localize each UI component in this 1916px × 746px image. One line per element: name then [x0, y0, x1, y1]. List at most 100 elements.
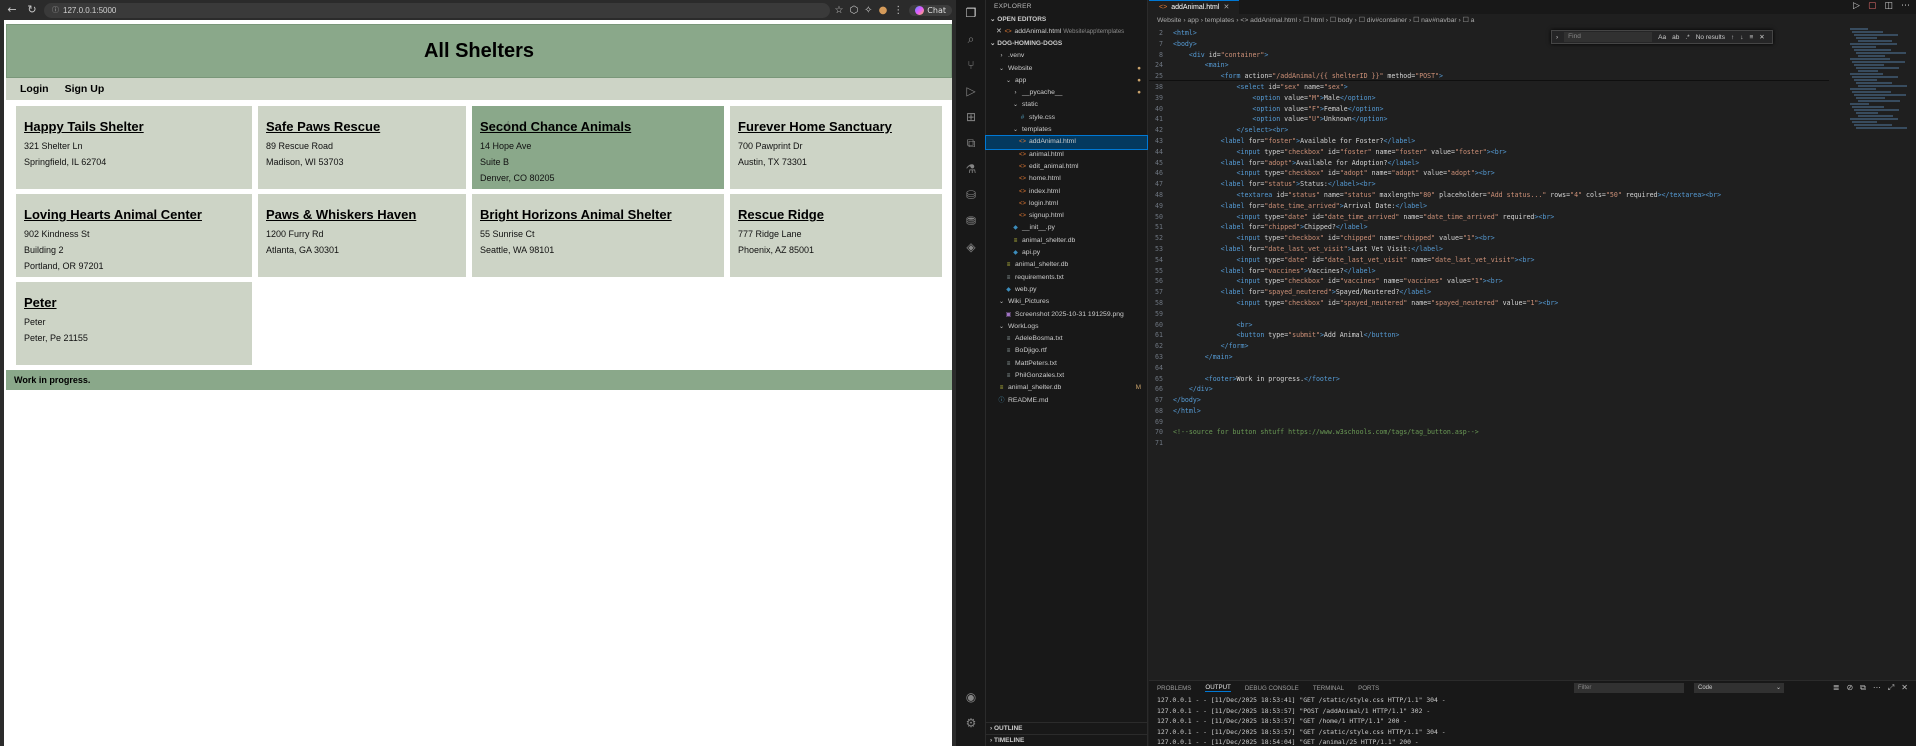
- open-editor-item[interactable]: ✕ <> addAnimal.html Website\app\template…: [986, 26, 1147, 38]
- shelter-name-link[interactable]: Safe Paws Rescue: [266, 119, 458, 134]
- puzzle-icon[interactable]: ✧: [864, 5, 872, 16]
- login-link[interactable]: Login: [20, 83, 49, 95]
- file-tree-item[interactable]: ⌄ static: [986, 99, 1147, 111]
- code-line[interactable]: 61 <button type="submit">Add Animal</but…: [1149, 330, 1916, 341]
- code-line[interactable]: 65 <footer>Work in progress.</footer>: [1149, 374, 1916, 385]
- shelter-name-link[interactable]: Paws & Whiskers Haven: [266, 207, 458, 222]
- maximize-panel-icon[interactable]: ⤢: [1888, 683, 1894, 693]
- shelter-card[interactable]: Furever Home Sanctuary 700 Pawprint Dr Aus…: [730, 106, 942, 189]
- code-line[interactable]: 66 </div>: [1149, 384, 1916, 395]
- workspace-section[interactable]: ⌄ DOG-HOMING-DOGS: [986, 38, 1147, 50]
- outline-section[interactable]: › OUTLINE: [986, 722, 1148, 734]
- minimap[interactable]: [1850, 28, 1908, 138]
- file-tree-item[interactable]: # style.css: [986, 112, 1147, 124]
- file-tree-item[interactable]: ≡ requirements.txt: [986, 272, 1147, 284]
- panel-tab-problems[interactable]: PROBLEMS: [1157, 685, 1191, 692]
- shelter-card[interactable]: Safe Paws Rescue 89 Rescue Road Madison, W…: [258, 106, 466, 189]
- run-icon[interactable]: ▷: [1853, 1, 1860, 11]
- extensions-icon[interactable]: ⊞: [956, 104, 986, 130]
- file-tree-item[interactable]: ◆ api.py: [986, 247, 1147, 259]
- shelter-name-link[interactable]: Second Chance Animals: [480, 119, 716, 134]
- shelter-name-link[interactable]: Rescue Ridge: [738, 207, 934, 222]
- shelter-card[interactable]: Peter Peter Peter, Pe 21155: [16, 282, 252, 365]
- database-icon[interactable]: ⛁: [956, 182, 986, 208]
- account-icon[interactable]: ◉: [956, 684, 986, 710]
- arrow-down-icon[interactable]: ↓: [1740, 34, 1743, 41]
- find-input[interactable]: Find: [1564, 32, 1653, 42]
- code-line[interactable]: 8 <div id="container">: [1149, 50, 1916, 61]
- chat-button[interactable]: Chat: [909, 4, 952, 16]
- shelter-card[interactable]: Happy Tails Shelter 321 Shelter Ln Springf…: [16, 106, 252, 189]
- code-line[interactable]: 51 <label for="chipped">Chipped?</label>: [1149, 222, 1916, 233]
- code-line[interactable]: 58 <input type="checkbox" id="spayed_neu…: [1149, 298, 1916, 309]
- code-line[interactable]: 67 </body>: [1149, 395, 1916, 406]
- shelter-card[interactable]: Paws & Whiskers Haven 1200 Furry Rd Atlant…: [258, 194, 466, 277]
- match-word-icon[interactable]: ab: [1672, 34, 1679, 41]
- run-debug-icon[interactable]: ▷: [956, 78, 986, 104]
- code-line[interactable]: 42 </select><br>: [1149, 125, 1916, 136]
- code-line[interactable]: 70 <!--source for button shtuff https://w…: [1149, 427, 1916, 438]
- back-icon[interactable]: ←: [4, 2, 20, 18]
- file-tree-item[interactable]: ≡ animal_shelter.db: [986, 259, 1147, 271]
- split-editor-icon[interactable]: ◫: [1884, 1, 1893, 11]
- file-tree-item[interactable]: ≡ animal_shelter.db M: [986, 382, 1147, 394]
- address-bar[interactable]: ⓘ 127.0.0.1:5000: [44, 2, 831, 18]
- more-actions-icon[interactable]: ⋯: [1873, 683, 1881, 693]
- breadcrumb[interactable]: Website › app › templates › <> addAnimal…: [1149, 14, 1916, 28]
- find-toggle-icon[interactable]: ›: [1556, 34, 1558, 41]
- file-tree-item[interactable]: › __pycache__ ●: [986, 87, 1147, 99]
- close-icon[interactable]: ✕: [996, 28, 1004, 35]
- layers-icon[interactable]: ◈: [956, 234, 986, 260]
- code-line[interactable]: 48 <textarea id="status" name="status" m…: [1149, 190, 1916, 201]
- profile-avatar-icon[interactable]: ●: [879, 5, 888, 16]
- settings-gear-icon[interactable]: ⚙: [956, 710, 986, 736]
- file-tree-item[interactable]: <> edit_animal.html: [986, 161, 1147, 173]
- file-tree-item[interactable]: ≡ animal_shelter.db: [986, 235, 1147, 247]
- panel-tab-ports[interactable]: PORTS: [1358, 685, 1379, 692]
- open-editor-icon[interactable]: ⧉: [1860, 683, 1866, 693]
- site-info-icon[interactable]: ⓘ: [52, 3, 59, 18]
- code-editor[interactable]: 2 <html> 7 <body> 8 <div id="container"> 24 <…: [1149, 28, 1916, 449]
- signup-link[interactable]: Sign Up: [65, 83, 105, 95]
- code-line[interactable]: 71: [1149, 438, 1916, 449]
- file-tree-item[interactable]: ⌄ Website ●: [986, 63, 1147, 75]
- file-tree-item[interactable]: ⓘ README.md: [986, 395, 1147, 407]
- stop-icon[interactable]: ▢: [1868, 1, 1877, 11]
- shelter-card[interactable]: Loving Hearts Animal Center 902 Kindness …: [16, 194, 252, 277]
- shelter-name-link[interactable]: Peter: [24, 295, 244, 310]
- match-case-icon[interactable]: Aa: [1658, 34, 1666, 41]
- file-tree-item[interactable]: ≡ AdeleBosma.txt: [986, 333, 1147, 345]
- clear-output-icon[interactable]: ≣: [1833, 683, 1840, 693]
- explorer-icon[interactable]: ❐: [956, 0, 986, 26]
- arrow-up-icon[interactable]: ↑: [1731, 34, 1734, 41]
- open-editors-section[interactable]: ⌄ OPEN EDITORS: [986, 14, 1147, 26]
- file-tree-item[interactable]: ◆ web.py: [986, 284, 1147, 296]
- extensions-icon[interactable]: ⬡: [849, 5, 858, 16]
- panel-tab-debug-console[interactable]: DEBUG CONSOLE: [1245, 685, 1299, 692]
- code-line[interactable]: 24 <main>: [1149, 60, 1916, 71]
- code-line[interactable]: 69: [1149, 417, 1916, 428]
- code-line[interactable]: 53 <label for="date_last_vet_visit">Last…: [1149, 244, 1916, 255]
- testing-icon[interactable]: ⚗: [956, 156, 986, 182]
- remote-icon[interactable]: ⧉: [956, 130, 986, 156]
- panel-tab-terminal[interactable]: TERMINAL: [1313, 685, 1344, 692]
- file-tree-item[interactable]: ⌄ app ●: [986, 75, 1147, 87]
- reload-icon[interactable]: ↻: [24, 2, 40, 18]
- code-line[interactable]: 39 <option value="M">Male</option>: [1149, 93, 1916, 104]
- file-tree-item[interactable]: ⌄ WorkLogs: [986, 321, 1147, 333]
- code-line[interactable]: 7 <body>: [1149, 39, 1916, 50]
- bookmark-star-icon[interactable]: ☆: [834, 5, 843, 16]
- code-line[interactable]: 2 <html>: [1149, 28, 1916, 39]
- code-line[interactable]: 40 <option value="F">Female</option>: [1149, 104, 1916, 115]
- find-in-selection-icon[interactable]: ≡: [1749, 34, 1753, 41]
- shelter-card[interactable]: Bright Horizons Animal Shelter 55 Sunrise…: [472, 194, 724, 277]
- code-line[interactable]: 47 <label for="status">Status:</label><b…: [1149, 179, 1916, 190]
- file-tree-item[interactable]: ◆ __init__.py: [986, 222, 1147, 234]
- file-tree-item[interactable]: ≡ MattPeters.txt: [986, 358, 1147, 370]
- file-tree-item[interactable]: <> index.html: [986, 186, 1147, 198]
- code-line[interactable]: 62 </form>: [1149, 341, 1916, 352]
- code-line[interactable]: 41 <option value="U">Unknown</option>: [1149, 114, 1916, 125]
- close-icon[interactable]: ✕: [1759, 33, 1764, 41]
- file-tree-item[interactable]: <> addAnimal.html: [985, 135, 1148, 150]
- tab-close-icon[interactable]: ✕: [1223, 1, 1229, 14]
